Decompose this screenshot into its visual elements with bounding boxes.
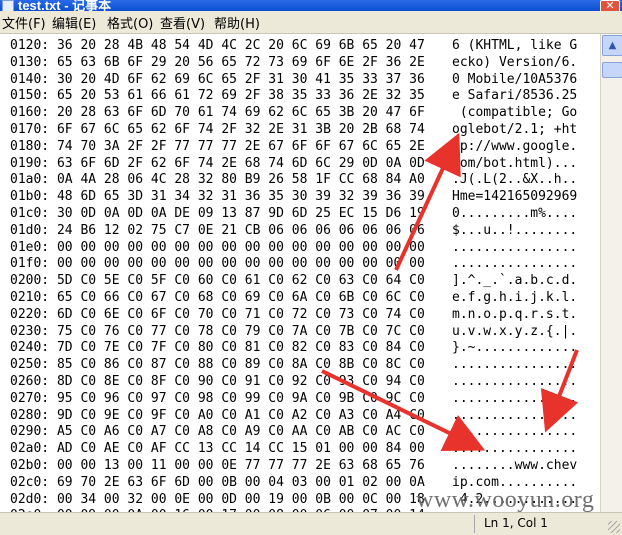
- watermark: www.wooyun.org: [416, 487, 595, 513]
- status-separator: [474, 515, 475, 533]
- menu-format[interactable]: 格式(O): [107, 13, 153, 32]
- close-button[interactable]: ✕: [600, 0, 620, 11]
- vertical-scrollbar[interactable]: ▲: [600, 34, 622, 512]
- menu-edit[interactable]: 编辑(E): [52, 13, 96, 32]
- scroll-thumb[interactable]: [602, 62, 622, 78]
- resize-grip[interactable]: [608, 521, 620, 533]
- notepad-icon: [2, 0, 14, 11]
- text-area[interactable]: 0120: 36 20 28 4B 48 54 4D 4C 2C 20 6C 6…: [0, 34, 600, 512]
- scroll-up-button[interactable]: ▲: [602, 35, 622, 56]
- menu-help[interactable]: 帮助(H): [214, 13, 260, 32]
- title-bar[interactable]: test.txt - 记事本 ✕: [0, 0, 622, 11]
- status-bar: Ln 1, Col 1: [0, 512, 622, 535]
- menu-bar: 文件(F) 编辑(E) 格式(O) 查看(V) 帮助(H): [0, 11, 622, 34]
- menu-view[interactable]: 查看(V): [160, 13, 205, 32]
- menu-file[interactable]: 文件(F): [2, 13, 46, 32]
- cursor-position: Ln 1, Col 1: [484, 516, 548, 530]
- window-title: test.txt - 记事本: [18, 0, 112, 11]
